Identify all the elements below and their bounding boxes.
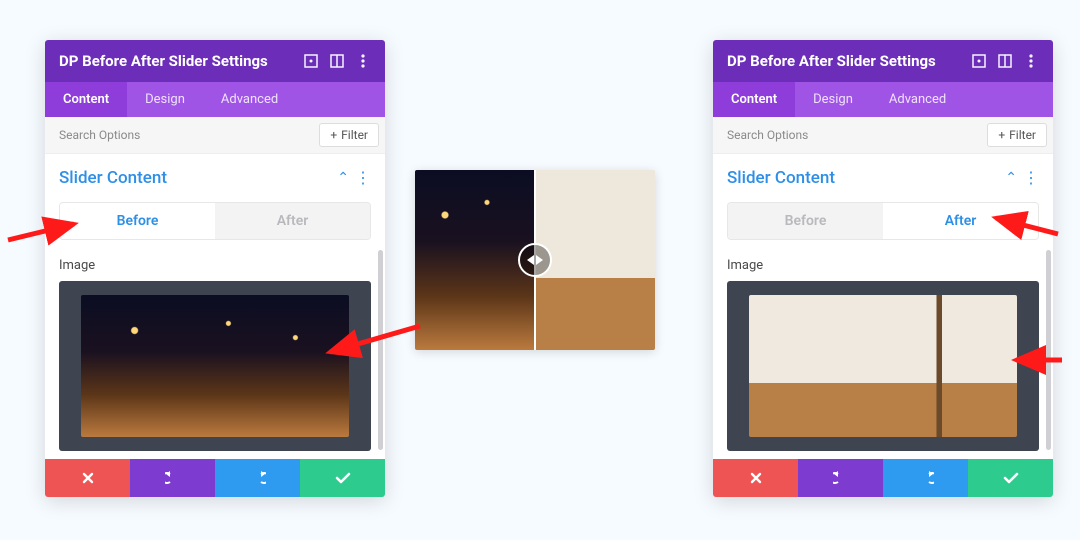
- preview-before: [415, 170, 535, 350]
- search-placeholder[interactable]: Search Options: [727, 128, 987, 142]
- settings-panel-after: DP Before After Slider Settings Content …: [713, 40, 1053, 497]
- after-image-thumb: [749, 295, 1017, 437]
- search-row: Search Options +Filter: [713, 117, 1053, 154]
- kebab-icon[interactable]: [1023, 53, 1039, 69]
- section-title: Slider Content: [59, 168, 337, 188]
- confirm-button[interactable]: [300, 459, 385, 497]
- plus-icon: +: [330, 128, 337, 142]
- section-title: Slider Content: [727, 168, 1005, 188]
- panel-body: Slider Content ⌃ ⋮ Before After Image: [713, 154, 1053, 459]
- before-after-preview[interactable]: [415, 170, 655, 350]
- search-placeholder[interactable]: Search Options: [59, 128, 319, 142]
- tab-content[interactable]: Content: [45, 82, 127, 117]
- filter-button[interactable]: +Filter: [319, 123, 379, 147]
- kebab-icon[interactable]: [355, 53, 371, 69]
- tab-design[interactable]: Design: [127, 82, 203, 117]
- arrow-left-icon: [527, 255, 534, 265]
- search-row: Search Options +Filter: [45, 117, 385, 154]
- chevron-up-icon[interactable]: ⌃: [337, 170, 349, 186]
- plus-icon: +: [998, 128, 1005, 142]
- panel-title: DP Before After Slider Settings: [727, 52, 961, 70]
- filter-button[interactable]: +Filter: [987, 123, 1047, 147]
- kebab-icon[interactable]: ⋮: [355, 173, 371, 183]
- tab-design[interactable]: Design: [795, 82, 871, 117]
- panel-footer: [45, 459, 385, 497]
- before-image-thumb: [81, 295, 349, 437]
- kebab-icon[interactable]: ⋮: [1023, 173, 1039, 183]
- section-header[interactable]: Slider Content ⌃ ⋮: [727, 168, 1039, 188]
- image-well[interactable]: [727, 281, 1039, 451]
- inner-tab-after[interactable]: After: [883, 203, 1038, 239]
- panel-body: Slider Content ⌃ ⋮ Before After Image: [45, 154, 385, 459]
- main-tabs: Content Design Advanced: [45, 82, 385, 117]
- undo-button[interactable]: [798, 459, 883, 497]
- redo-button[interactable]: [883, 459, 968, 497]
- fullscreen-icon[interactable]: [971, 53, 987, 69]
- confirm-button[interactable]: [968, 459, 1053, 497]
- columns-icon[interactable]: [997, 53, 1013, 69]
- panel-header: DP Before After Slider Settings: [45, 40, 385, 82]
- tab-advanced[interactable]: Advanced: [203, 82, 296, 117]
- scrollbar[interactable]: [1046, 250, 1051, 450]
- panel-header: DP Before After Slider Settings: [713, 40, 1053, 82]
- tab-advanced[interactable]: Advanced: [871, 82, 964, 117]
- section-header[interactable]: Slider Content ⌃ ⋮: [59, 168, 371, 188]
- panel-title: DP Before After Slider Settings: [59, 52, 293, 70]
- panel-footer: [713, 459, 1053, 497]
- cancel-button[interactable]: [45, 459, 130, 497]
- tab-content[interactable]: Content: [713, 82, 795, 117]
- inner-tab-before[interactable]: Before: [60, 203, 215, 239]
- columns-icon[interactable]: [329, 53, 345, 69]
- image-well[interactable]: [59, 281, 371, 451]
- scrollbar[interactable]: [378, 250, 383, 450]
- before-after-tabs: Before After: [727, 202, 1039, 240]
- arrow-right-icon: [536, 255, 543, 265]
- preview-after: [535, 170, 655, 350]
- slider-handle[interactable]: [518, 243, 552, 277]
- chevron-up-icon[interactable]: ⌃: [1005, 170, 1017, 186]
- inner-tab-after[interactable]: After: [215, 203, 370, 239]
- inner-tab-before[interactable]: Before: [728, 203, 883, 239]
- cancel-button[interactable]: [713, 459, 798, 497]
- before-after-tabs: Before After: [59, 202, 371, 240]
- settings-panel-before: DP Before After Slider Settings Content …: [45, 40, 385, 497]
- image-field-label: Image: [59, 258, 371, 273]
- main-tabs: Content Design Advanced: [713, 82, 1053, 117]
- image-field-label: Image: [727, 258, 1039, 273]
- redo-button[interactable]: [215, 459, 300, 497]
- undo-button[interactable]: [130, 459, 215, 497]
- fullscreen-icon[interactable]: [303, 53, 319, 69]
